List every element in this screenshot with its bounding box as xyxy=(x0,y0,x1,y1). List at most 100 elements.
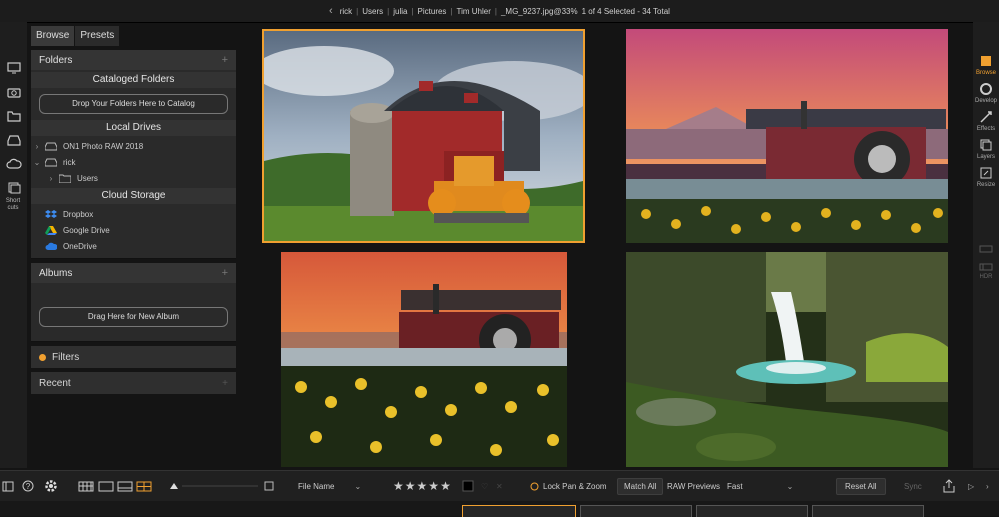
chevron-right-icon[interactable]: › xyxy=(45,174,57,183)
drive-icon[interactable] xyxy=(0,130,27,154)
more-icon[interactable]: › xyxy=(986,471,989,501)
compare-view-icon[interactable] xyxy=(136,471,152,501)
match-all-button[interactable]: Match All xyxy=(617,477,664,495)
chevron-down-icon[interactable]: ⌄ xyxy=(31,158,43,167)
raw-previews-select[interactable]: Fast ⌄ xyxy=(727,471,793,501)
module-browse[interactable]: Browse xyxy=(973,54,999,76)
star-icon[interactable]: ★ xyxy=(440,479,452,493)
resize-icon xyxy=(980,167,992,179)
tab-presets[interactable]: Presets xyxy=(75,26,120,46)
folder-icon[interactable] xyxy=(0,106,27,130)
zoom-slider[interactable] xyxy=(170,471,260,501)
top-bar: ‹ rick | Users | julia | Pictures | Tim Uhle… xyxy=(0,0,999,23)
module-hdr[interactable]: HDR xyxy=(973,262,999,280)
breadcrumb-pictures[interactable]: Pictures xyxy=(418,7,447,16)
cloud-storage-title: Cloud Storage xyxy=(31,188,236,204)
catalog-drop-zone[interactable]: Drop Your Folders Here to Catalog xyxy=(39,94,228,114)
breadcrumb-rick[interactable]: rick xyxy=(340,7,352,16)
module-browse-label: Browse xyxy=(975,70,996,76)
camera-icon[interactable] xyxy=(0,82,27,106)
cloud-item[interactable]: OneDrive xyxy=(31,238,236,254)
heart-icon[interactable]: ♡ xyxy=(481,471,488,501)
drive-item[interactable]: ⌄ rick xyxy=(31,154,236,170)
help-icon[interactable]: ? xyxy=(22,471,34,501)
waterfall-photo xyxy=(626,252,948,467)
drive-icon xyxy=(45,158,57,166)
lock-pan-zoom-toggle[interactable]: Lock Pan & Zoom xyxy=(530,471,607,501)
layers-icon xyxy=(980,139,992,151)
tractor-tulips-photo xyxy=(281,252,567,467)
drive-item[interactable]: › ON1 Photo RAW 2018 xyxy=(31,138,236,154)
reject-icon[interactable]: ✕ xyxy=(496,471,503,501)
filters-header[interactable]: Filters xyxy=(31,346,236,368)
cloud-item[interactable]: Google Drive xyxy=(31,222,236,238)
cloud-label: Google Drive xyxy=(63,225,110,235)
add-folder-icon[interactable]: + xyxy=(222,54,228,66)
recent-header[interactable]: Recent + xyxy=(31,372,236,394)
color-label-swatch[interactable] xyxy=(462,471,474,501)
cloud-icon[interactable] xyxy=(0,154,27,178)
module-resize[interactable]: Resize xyxy=(973,166,999,188)
folder-item[interactable]: › Users xyxy=(31,170,236,186)
back-chevron-icon[interactable]: ‹ xyxy=(329,5,333,17)
breadcrumb-julia[interactable]: julia xyxy=(393,7,407,16)
effects-icon xyxy=(980,111,992,123)
send-icon[interactable]: ▷ xyxy=(968,471,974,501)
filmstrip-thumb[interactable] xyxy=(462,505,576,517)
browse-panel: Browse Presets Folders + Cataloged Folde… xyxy=(31,26,236,394)
onedrive-icon xyxy=(45,242,57,250)
album-drop-zone[interactable]: Drag Here for New Album xyxy=(39,307,228,327)
chevron-right-icon[interactable]: › xyxy=(31,142,43,151)
local-drives-title: Local Drives xyxy=(31,120,236,136)
cloud-item[interactable]: Dropbox xyxy=(31,206,236,222)
folders-header[interactable]: Folders + xyxy=(31,50,236,70)
gear-icon[interactable] xyxy=(44,471,58,501)
reset-all-button[interactable]: Reset All xyxy=(836,477,886,495)
drive-label: rick xyxy=(63,157,76,167)
module-develop-label: Develop xyxy=(974,98,997,104)
monitor-icon[interactable] xyxy=(0,58,27,82)
panel-toggle-icon[interactable] xyxy=(2,471,14,501)
filmstrip-thumb[interactable] xyxy=(696,505,808,517)
star-icon[interactable]: ★ xyxy=(417,479,429,493)
add-recent-icon[interactable]: + xyxy=(222,378,228,389)
share-icon[interactable] xyxy=(943,471,955,501)
thumbnail-tractor-tulips[interactable] xyxy=(281,252,567,467)
module-develop[interactable]: Develop xyxy=(973,82,999,104)
module-hdr-label: HDR xyxy=(979,274,993,280)
module-effects[interactable]: Effects xyxy=(973,110,999,132)
module-resize-label: Resize xyxy=(976,182,996,188)
select-checkbox[interactable] xyxy=(264,471,274,501)
sync-button[interactable]: Sync xyxy=(904,471,922,501)
cloud-label: OneDrive xyxy=(63,241,97,251)
filmstrip-thumb[interactable] xyxy=(580,505,692,517)
star-icon[interactable]: ★ xyxy=(393,479,405,493)
star-rating[interactable]: ★ ★ ★ ★ ★ xyxy=(393,471,452,501)
grid-view-icon[interactable] xyxy=(78,471,94,501)
sort-value: File Name xyxy=(298,481,335,491)
thumbnail-tractor-sunset[interactable] xyxy=(626,29,948,243)
recent-title: Recent xyxy=(39,377,71,389)
albums-title: Albums xyxy=(39,267,73,279)
folders-section: Folders + Cataloged Folders Drop Your Fo… xyxy=(31,50,236,259)
add-album-icon[interactable]: + xyxy=(222,267,228,279)
detail-view-icon[interactable] xyxy=(98,471,114,501)
shortcuts-label: Short cuts xyxy=(5,198,21,211)
albums-header[interactable]: Albums + xyxy=(31,263,236,283)
filters-active-dot xyxy=(39,353,46,361)
thumbnail-barn[interactable] xyxy=(262,29,585,243)
hdr-icon xyxy=(979,263,993,271)
tab-browse[interactable]: Browse xyxy=(31,26,75,46)
module-layers[interactable]: Layers xyxy=(973,138,999,160)
filmstrip-view-icon[interactable] xyxy=(117,471,133,501)
star-icon[interactable]: ★ xyxy=(405,479,417,493)
thumbnail-waterfall[interactable] xyxy=(626,252,948,467)
module-panorama[interactable] xyxy=(973,244,999,256)
file-name: _MG_9237.jpg@33% xyxy=(500,6,578,16)
sort-select[interactable]: File Name ⌄ xyxy=(298,471,361,501)
breadcrumb-folder[interactable]: Tim Uhler xyxy=(457,7,491,16)
browse-icon xyxy=(981,56,991,66)
breadcrumb-users[interactable]: Users xyxy=(362,7,383,16)
filmstrip-thumb[interactable] xyxy=(812,505,924,517)
star-icon[interactable]: ★ xyxy=(428,479,440,493)
